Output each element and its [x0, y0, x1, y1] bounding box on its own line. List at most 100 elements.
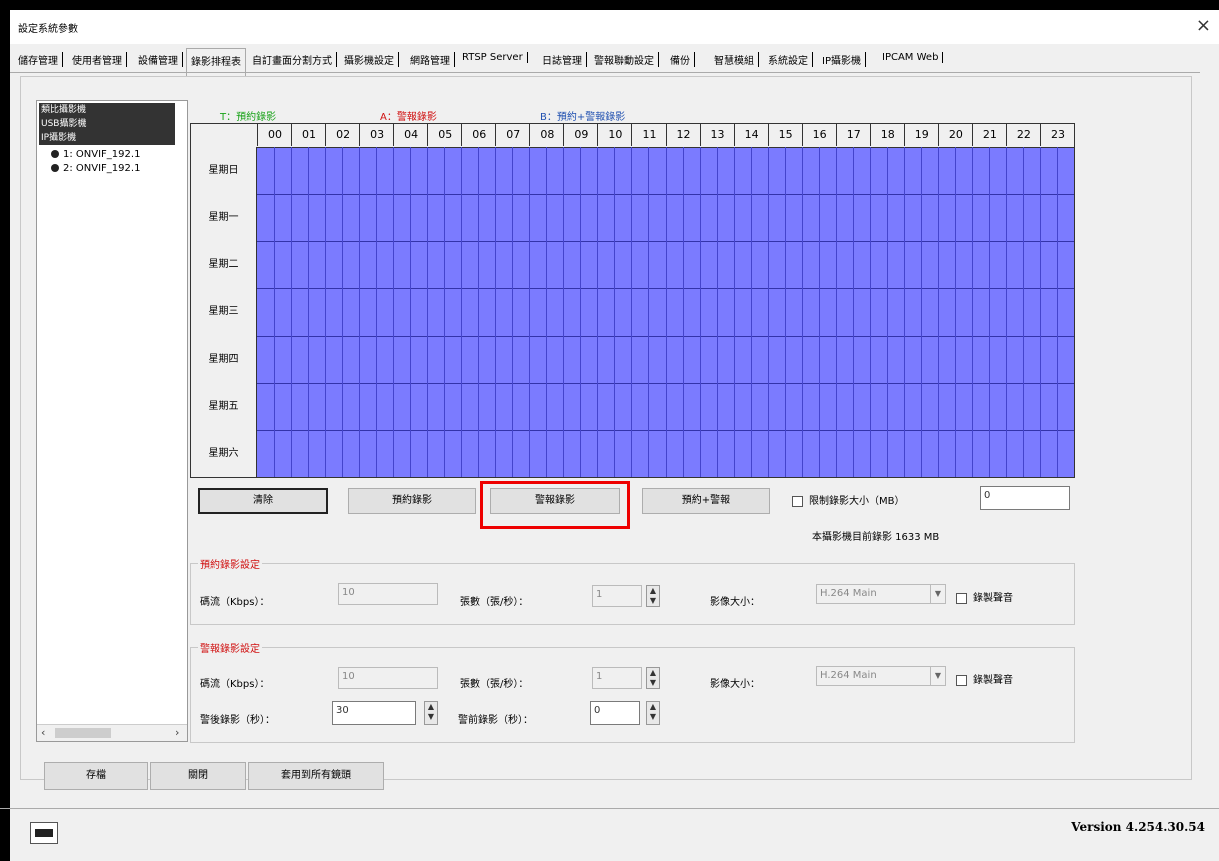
- scheduled-record-button[interactable]: 預約錄影: [348, 488, 476, 514]
- hour-header-cell[interactable]: 22: [1005, 124, 1041, 146]
- alarm-audio-row[interactable]: 錄製聲音: [956, 671, 1013, 686]
- post-alarm-spinner[interactable]: ▲ ▼: [424, 701, 438, 725]
- limit-size-input[interactable]: 0: [980, 486, 1070, 510]
- day-row-label[interactable]: 星期五: [191, 382, 257, 431]
- day-row-label[interactable]: 星期一: [191, 194, 257, 243]
- camera-tree[interactable]: 類比攝影機 USB攝影機 IP攝影機 1: ONVIF_192.1 2: ONV…: [36, 100, 188, 742]
- hour-header-cell[interactable]: 04: [393, 124, 428, 146]
- scheduled-fps-input[interactable]: 1: [592, 585, 642, 607]
- chevron-down-icon[interactable]: ▼: [930, 667, 945, 685]
- schedule-grid[interactable]: 00 01 02 03 04 05 06 07 08 09 10 11 12 13 14 15 16 17 18 19…: [190, 123, 1075, 478]
- grid-column-divider: [818, 147, 820, 477]
- hour-header-cell[interactable]: 02: [325, 124, 360, 146]
- alarm-fps-spinner[interactable]: ▲ ▼: [646, 667, 660, 689]
- save-button[interactable]: 存檔: [44, 762, 148, 790]
- hour-header-cell[interactable]: 20: [937, 124, 973, 146]
- tab-users[interactable]: 使用者管理: [68, 52, 127, 67]
- keyboard-icon[interactable]: [30, 822, 58, 844]
- hour-header-cell[interactable]: 14: [733, 124, 769, 146]
- alarm-audio-checkbox[interactable]: [956, 674, 967, 686]
- tab-alarm-link[interactable]: 警報聯動設定: [590, 52, 659, 67]
- grid-column-divider: [682, 147, 684, 477]
- hour-header-cell[interactable]: 10: [597, 124, 632, 146]
- tab-ipcam-web[interactable]: IPCAM Web: [878, 52, 944, 63]
- hour-header-cell[interactable]: 21: [971, 124, 1007, 146]
- tab-system[interactable]: 系統設定: [764, 52, 813, 67]
- hour-header-cell[interactable]: 16: [801, 124, 837, 146]
- day-row-label[interactable]: 星期六: [191, 429, 257, 478]
- day-row-label[interactable]: 星期三: [191, 288, 257, 337]
- alarm-bitrate-input[interactable]: 10: [338, 667, 438, 689]
- clear-button[interactable]: 清除: [198, 488, 328, 514]
- tree-camera-2[interactable]: 2: ONVIF_192.1: [51, 163, 140, 174]
- tab-network[interactable]: 網路管理: [406, 52, 455, 67]
- tab-devices[interactable]: 設備管理: [134, 52, 183, 67]
- pre-alarm-input[interactable]: 0: [590, 701, 640, 725]
- hour-header-cell[interactable]: 19: [903, 124, 939, 146]
- hour-header-cell[interactable]: 07: [495, 124, 530, 146]
- hour-header-cell[interactable]: 15: [767, 124, 803, 146]
- tree-group-analog[interactable]: 類比攝影機: [39, 103, 175, 117]
- alarm-fps-input[interactable]: 1: [592, 667, 642, 689]
- grid-column-divider: [1056, 147, 1058, 477]
- close-icon[interactable]: ×: [1196, 16, 1211, 36]
- apply-all-cameras-button[interactable]: 套用到所有鏡頭: [248, 762, 384, 790]
- title-bar: 設定系統參數 ×: [10, 10, 1219, 44]
- hour-header-cell[interactable]: 09: [563, 124, 598, 146]
- grid-column-divider: [427, 147, 429, 477]
- tree-group-usb[interactable]: USB攝影機: [39, 117, 175, 131]
- tab-ip-camera[interactable]: IP攝影機: [818, 52, 866, 67]
- scheduled-audio-checkbox[interactable]: [956, 592, 967, 604]
- tree-horizontal-scrollbar[interactable]: ‹ ›: [37, 724, 187, 741]
- grid-column-divider: [410, 147, 412, 477]
- hour-header-cell[interactable]: 18: [869, 124, 905, 146]
- post-alarm-input[interactable]: 30: [332, 701, 416, 725]
- camera-2-label: 2: ONVIF_192.1: [63, 163, 141, 174]
- grid-column-divider: [937, 147, 939, 477]
- pre-alarm-spinner[interactable]: ▲ ▼: [646, 701, 660, 725]
- scheduled-audio-row[interactable]: 錄製聲音: [956, 589, 1013, 604]
- alarm-size-select[interactable]: H.264 Main ▼: [816, 666, 946, 686]
- alarm-fps-label: 張數（張/秒）：: [460, 679, 529, 690]
- day-row-label[interactable]: 星期日: [191, 147, 257, 196]
- tree-group-ip[interactable]: IP攝影機: [39, 131, 175, 145]
- hour-header-cell[interactable]: 23: [1039, 124, 1075, 146]
- tab-smart-module[interactable]: 智慧模組: [710, 52, 759, 67]
- hour-header-cell[interactable]: 08: [529, 124, 564, 146]
- chevron-down-icon[interactable]: ▼: [930, 585, 945, 603]
- tab-custom-split[interactable]: 自訂畫面分割方式: [248, 52, 337, 67]
- grid-column-divider: [495, 147, 497, 477]
- grid-column-divider: [444, 147, 446, 477]
- day-row-label[interactable]: 星期二: [191, 241, 257, 290]
- tab-storage[interactable]: 儲存管理: [14, 52, 63, 67]
- day-row-label[interactable]: 星期四: [191, 335, 257, 384]
- hour-header-cell[interactable]: 03: [359, 124, 394, 146]
- hour-header-cell[interactable]: 05: [427, 124, 462, 146]
- scheduled-bitrate-input[interactable]: 10: [338, 583, 438, 605]
- grid-column-divider: [274, 147, 276, 477]
- hour-header-cell[interactable]: 17: [835, 124, 871, 146]
- tab-rtsp-server[interactable]: RTSP Server: [458, 52, 528, 63]
- hour-header-cell[interactable]: 06: [461, 124, 496, 146]
- hour-header-cell[interactable]: 00: [257, 124, 292, 146]
- grid-column-divider: [478, 147, 480, 477]
- limit-size-checkbox[interactable]: [792, 495, 803, 507]
- tab-logs[interactable]: 日誌管理: [538, 52, 587, 67]
- scroll-left-icon[interactable]: ‹: [41, 726, 45, 739]
- tab-backup[interactable]: 備份: [666, 52, 695, 67]
- close-button[interactable]: 關閉: [150, 762, 246, 790]
- scheduled-alarm-button[interactable]: 預約+警報: [642, 488, 770, 514]
- scheduled-size-select[interactable]: H.264 Main ▼: [816, 584, 946, 604]
- hour-header-cell[interactable]: 13: [699, 124, 735, 146]
- scroll-thumb[interactable]: [55, 728, 111, 738]
- hour-header-cell[interactable]: 11: [631, 124, 666, 146]
- grid-column-divider: [291, 147, 293, 477]
- tree-camera-1[interactable]: 1: ONVIF_192.1: [51, 149, 140, 160]
- scheduled-fps-spinner[interactable]: ▲ ▼: [646, 585, 660, 607]
- limit-size-checkbox-row[interactable]: 限制錄影大小（MB）: [792, 492, 905, 507]
- hour-header-cell[interactable]: 01: [291, 124, 326, 146]
- scroll-right-icon[interactable]: ›: [175, 726, 179, 739]
- grid-column-divider: [648, 147, 650, 477]
- hour-header-cell[interactable]: 12: [665, 124, 701, 146]
- tab-camera-settings[interactable]: 攝影機設定: [340, 52, 399, 67]
